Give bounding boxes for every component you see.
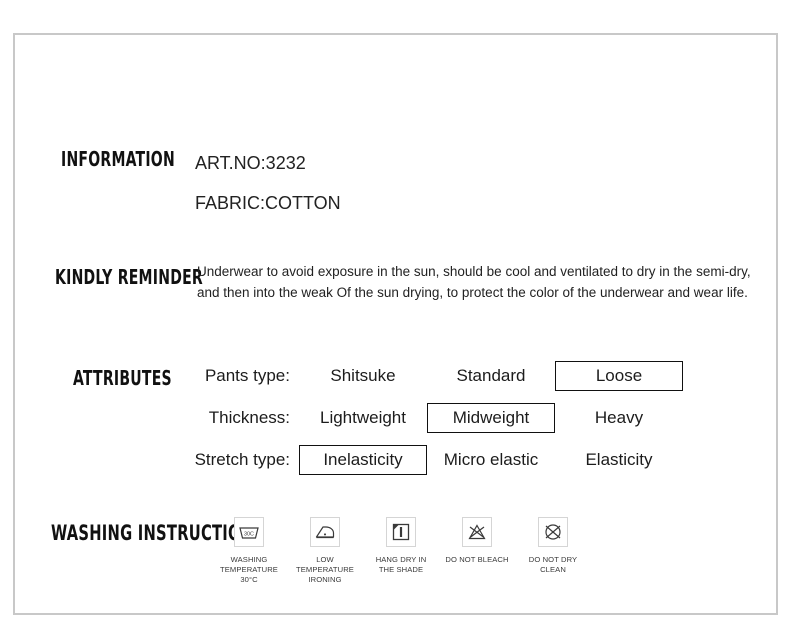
care-item-do-not-bleach: DO NOT BLEACH xyxy=(439,517,515,585)
information-values: ART.NO:3232 FABRIC:COTTON xyxy=(195,143,341,223)
care-caption-do-not-bleach: DO NOT BLEACH xyxy=(445,555,509,564)
care-item-washing-temperature: 30C WASHING TEMPERATURE 30°C xyxy=(211,517,287,585)
attribute-row-stretch-type: Stretch type: Inelasticity Micro elastic… xyxy=(183,439,688,481)
low-temperature-iron-icon xyxy=(310,517,340,547)
care-item-low-temperature-ironing: LOW TEMPERATURE IRONING xyxy=(287,517,363,585)
attribute-label-stretch-type: Stretch type: xyxy=(194,450,290,469)
reminder-line-2: and then into the weak Of the sun drying… xyxy=(197,285,748,300)
care-caption-washing-temperature: WASHING TEMPERATURE 30°C xyxy=(220,555,278,584)
attribute-option-inelasticity[interactable]: Inelasticity xyxy=(299,445,427,475)
attribute-option-micro-elastic[interactable]: Micro elastic xyxy=(427,446,555,474)
do-not-dry-clean-icon xyxy=(538,517,568,547)
attributes-section-label: ATTRIBUTES xyxy=(73,366,172,390)
care-caption-hang-dry-in-shade: HANG DRY IN THE SHADE xyxy=(375,555,427,574)
attribute-option-midweight[interactable]: Midweight xyxy=(427,403,555,433)
svg-text:30C: 30C xyxy=(244,531,254,537)
product-info-card: INFORMATION ART.NO:3232 FABRIC:COTTON KI… xyxy=(13,33,778,615)
reminder-line-1: Underwear to avoid exposure in the sun, … xyxy=(197,264,751,279)
fabric-value: FABRIC:COTTON xyxy=(195,193,341,213)
attribute-label-thickness: Thickness: xyxy=(208,408,290,427)
attribute-option-standard[interactable]: Standard xyxy=(427,362,555,390)
hang-dry-in-shade-icon xyxy=(386,517,416,547)
care-symbols-row: 30C WASHING TEMPERATURE 30°C LOW TEMPERA… xyxy=(211,517,591,585)
art-no-value: ART.NO:3232 xyxy=(195,153,306,173)
care-caption-do-not-dry-clean: DO NOT DRY CLEAN xyxy=(528,555,578,574)
attribute-row-thickness: Thickness: Lightweight Midweight Heavy xyxy=(183,397,688,439)
attribute-option-loose[interactable]: Loose xyxy=(555,361,683,391)
information-section-label: INFORMATION xyxy=(61,147,175,171)
wash-tub-30c-icon: 30C xyxy=(234,517,264,547)
attribute-option-shitsuke[interactable]: Shitsuke xyxy=(299,362,427,390)
attribute-option-elasticity[interactable]: Elasticity xyxy=(555,446,683,474)
do-not-bleach-icon xyxy=(462,517,492,547)
attribute-label-pants-type: Pants type: xyxy=(204,366,290,385)
kindly-reminder-section-label: KINDLY REMINDER xyxy=(55,265,203,289)
attribute-option-heavy[interactable]: Heavy xyxy=(555,404,683,432)
attribute-option-lightweight[interactable]: Lightweight xyxy=(299,404,427,432)
care-item-do-not-dry-clean: DO NOT DRY CLEAN xyxy=(515,517,591,585)
care-caption-low-temperature-ironing: LOW TEMPERATURE IRONING xyxy=(296,555,354,584)
attributes-table: Pants type: Shitsuke Standard Loose Thic… xyxy=(183,355,688,481)
attribute-row-pants-type: Pants type: Shitsuke Standard Loose xyxy=(183,355,688,397)
care-item-hang-dry-in-shade: HANG DRY IN THE SHADE xyxy=(363,517,439,585)
kindly-reminder-text: Underwear to avoid exposure in the sun, … xyxy=(197,261,787,303)
